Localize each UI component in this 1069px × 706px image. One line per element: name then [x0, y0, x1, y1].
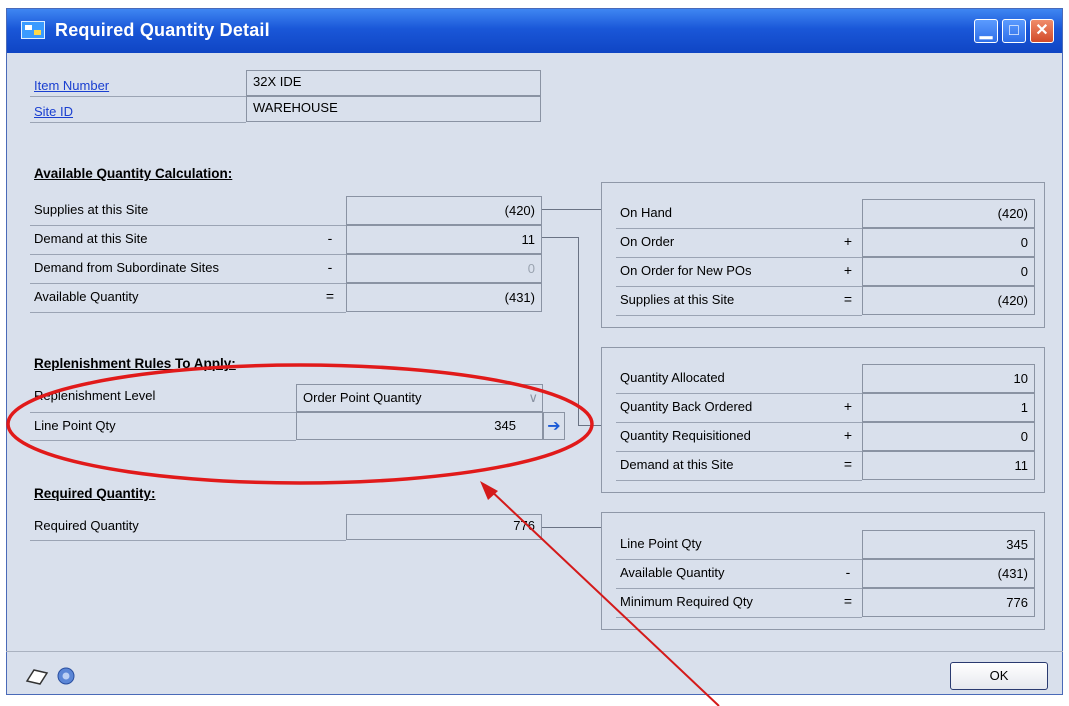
annotation-ellipse	[6, 363, 594, 485]
annotation-overlay	[6, 363, 720, 706]
annotation-arrow-head	[480, 481, 498, 500]
annotation-arrow-line	[486, 486, 720, 706]
